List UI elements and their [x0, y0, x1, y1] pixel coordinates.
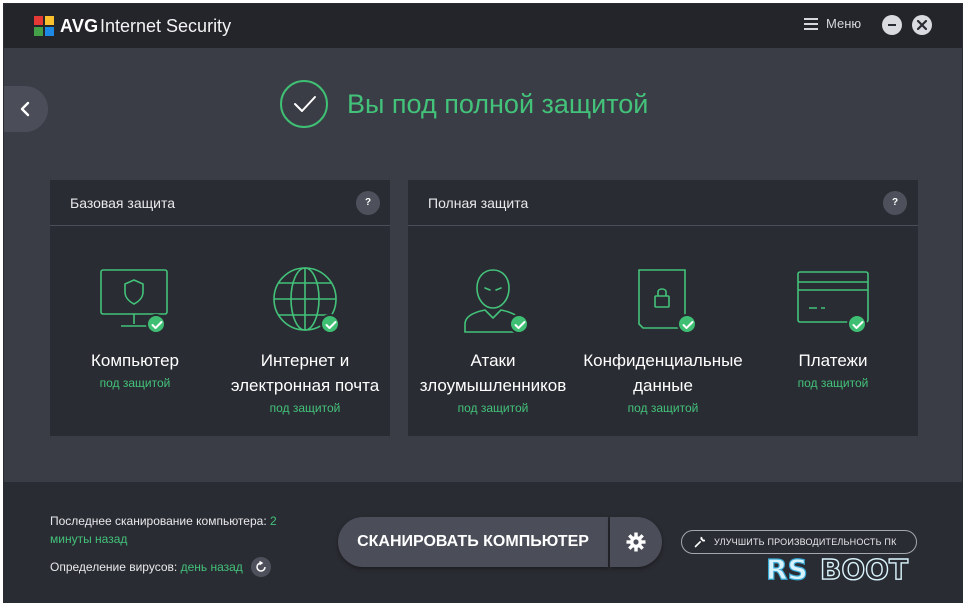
definitions-value: день назад — [180, 560, 243, 574]
tile-payments[interactable]: Платежи под защитой — [748, 266, 918, 390]
tile-status: под защитой — [457, 401, 529, 415]
tile-name: Компьютер — [91, 351, 179, 370]
globe-icon — [265, 266, 345, 336]
back-button[interactable] — [4, 86, 48, 132]
hacker-icon — [453, 266, 533, 336]
title-bar: AVG Internet Security Меню — [4, 4, 962, 48]
scan-computer-button[interactable]: СКАНИРОВАТЬ КОМПЬЮТЕР — [338, 517, 608, 567]
close-button[interactable] — [912, 15, 932, 35]
minimize-button[interactable] — [882, 15, 902, 35]
tile-private-data[interactable]: Конфиденциальные данные под защитой — [578, 266, 748, 415]
tile-name: Интернет и электронная почта — [230, 351, 380, 395]
tile-name: Конфиденциальные данные — [583, 351, 743, 395]
tile-computer[interactable]: Компьютер под защитой — [50, 266, 220, 390]
tile-name: Атаки злоумышленников — [419, 351, 567, 395]
update-definitions-button[interactable] — [250, 557, 271, 577]
definitions-label: Определение вирусов: — [50, 560, 178, 574]
locked-document-icon — [623, 266, 703, 336]
check-badge-icon — [677, 314, 697, 334]
close-icon — [917, 20, 927, 30]
chevron-left-icon — [20, 101, 30, 117]
check-badge-icon — [146, 314, 166, 334]
improve-label: УЛУЧШИТЬ ПРОИЗВОДИТЕЛЬНОСТЬ ПК — [714, 537, 897, 547]
full-protection-panel: Полная защита ? Атаки злоумышленников по… — [408, 180, 918, 436]
help-button[interactable]: ? — [356, 191, 380, 215]
tile-name: Платежи — [798, 351, 868, 370]
bottom-bar: Последнее сканирование компьютера: 2 мин… — [4, 482, 962, 602]
panel-title: Базовая защита — [70, 195, 175, 211]
menu-button[interactable]: Меню — [804, 16, 861, 31]
last-scan-info: Последнее сканирование компьютера: 2 мин… — [50, 512, 310, 548]
credit-card-icon — [793, 266, 873, 336]
scan-settings-button[interactable] — [610, 517, 662, 567]
improve-performance-button[interactable]: УЛУЧШИТЬ ПРОИЗВОДИТЕЛЬНОСТЬ ПК — [681, 530, 917, 554]
panel-title: Полная защита — [428, 195, 529, 211]
brand-name: AVG — [60, 16, 99, 36]
watermark-part1: RS — [766, 553, 808, 584]
panel-header: Базовая защита ? — [50, 180, 390, 226]
tile-status: под защитой — [797, 376, 869, 390]
hamburger-icon — [804, 17, 818, 30]
tile-status: под защитой — [269, 401, 341, 415]
avg-logo-icon — [34, 16, 54, 36]
watermark-part2: BOOT — [820, 553, 908, 584]
tile-hacker-attacks[interactable]: Атаки злоумышленников под защитой — [408, 266, 578, 415]
status-text: Вы под полной защитой — [347, 88, 649, 119]
protection-status: Вы под полной защитой — [280, 80, 648, 128]
tile-internet-email[interactable]: Интернет и электронная почта под защитой — [220, 266, 390, 415]
check-badge-icon — [320, 314, 340, 334]
gear-icon — [626, 532, 646, 552]
app-window: AVG Internet Security Меню Вы под полной… — [3, 3, 963, 603]
tile-status: под защитой — [99, 376, 171, 390]
help-button[interactable]: ? — [883, 191, 907, 215]
panel-header: Полная защита ? — [408, 180, 918, 226]
wrench-icon — [694, 536, 706, 548]
virus-definitions-info: Определение вирусов: день назад — [50, 557, 271, 577]
last-scan-label: Последнее сканирование компьютера: — [50, 514, 267, 528]
menu-label: Меню — [826, 16, 862, 31]
basic-protection-panel: Базовая защита ? Компьютер под защитой И… — [50, 180, 390, 436]
status-check-icon — [280, 80, 328, 128]
app-title: Internet Security — [100, 16, 232, 36]
check-badge-icon — [509, 314, 529, 334]
check-badge-icon — [847, 314, 867, 334]
tile-status: под защитой — [627, 401, 699, 415]
monitor-shield-icon — [95, 266, 175, 336]
rsboot-watermark-logo: RS BOOT — [766, 552, 909, 584]
refresh-icon — [256, 561, 266, 572]
